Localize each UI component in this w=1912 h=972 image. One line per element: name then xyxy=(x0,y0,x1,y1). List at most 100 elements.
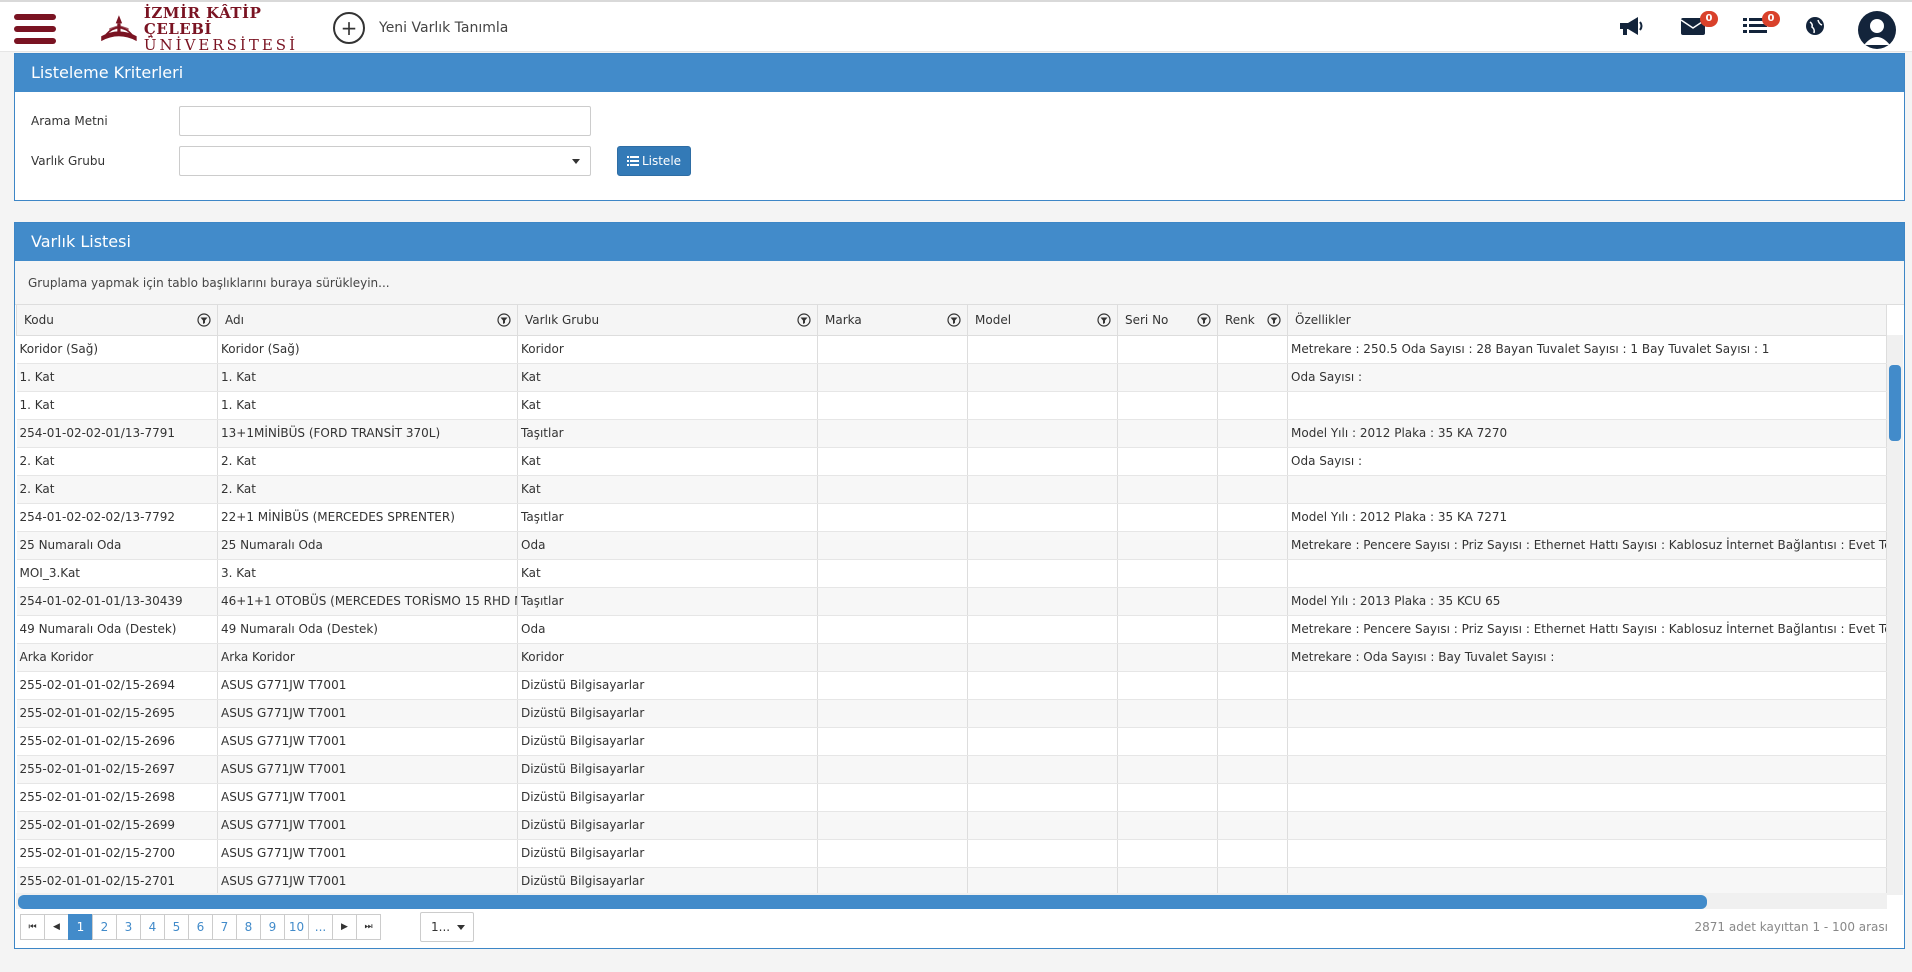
table-cell xyxy=(1287,755,1887,784)
table-row[interactable]: 255-02-01-01-02/15-2697 ASUS G771JW T7001… xyxy=(16,755,1887,784)
column-header[interactable]: Marka xyxy=(817,305,968,336)
vertical-scrollbar[interactable] xyxy=(1887,335,1903,895)
table-cell xyxy=(817,811,968,840)
filter-icon[interactable] xyxy=(197,313,211,327)
page-button[interactable]: 10 xyxy=(284,914,309,940)
table-cell xyxy=(1287,391,1887,420)
asset-group-select[interactable] xyxy=(179,146,591,176)
table-cell xyxy=(817,531,968,560)
page-size-select[interactable]: 1... xyxy=(420,912,474,942)
table-row[interactable]: 255-02-01-01-02/15-2695 ASUS G771JW T7001… xyxy=(16,699,1887,728)
table-cell: Model Yılı : 2012 Plaka : 35 KA 7270 xyxy=(1287,419,1887,448)
column-header[interactable]: Model xyxy=(967,305,1118,336)
user-icon[interactable] xyxy=(1858,11,1896,49)
page-button[interactable]: 9 xyxy=(260,914,285,940)
megaphone-icon[interactable] xyxy=(1618,15,1648,45)
new-asset-button[interactable]: + Yeni Varlık Tanımla xyxy=(333,12,508,44)
table-cell: Dizüstü Bilgisayarlar xyxy=(517,671,818,700)
column-header-label: Seri No xyxy=(1125,312,1169,327)
table-row[interactable]: 255-02-01-01-02/15-2700 ASUS G771JW T7001… xyxy=(16,839,1887,868)
table-cell: Oda Sayısı : xyxy=(1287,447,1887,476)
table-cell xyxy=(817,699,968,728)
table-row[interactable]: Arka Koridor Arka Koridor Koridor Metrekare… xyxy=(16,643,1887,672)
first-page-icon[interactable]: ⏮ xyxy=(20,914,45,940)
page-button[interactable]: 2 xyxy=(92,914,117,940)
column-header[interactable]: Renk xyxy=(1217,305,1288,336)
page-button[interactable]: 1 xyxy=(68,914,93,940)
criteria-panel: Listeleme Kriterleri Arama Metni Varlık … xyxy=(14,53,1905,201)
table-cell xyxy=(1117,447,1218,476)
page-button[interactable]: ... xyxy=(308,914,333,940)
table-cell: 255-02-01-01-02/15-2697 xyxy=(16,755,218,784)
horizontal-scrollbar[interactable] xyxy=(16,893,1887,909)
last-page-icon[interactable]: ⏭ xyxy=(356,914,381,940)
group-label: Varlık Grubu xyxy=(31,154,106,168)
table-cell xyxy=(967,811,1118,840)
table-cell: Koridor xyxy=(517,643,818,672)
page-button[interactable]: 8 xyxy=(236,914,261,940)
table-cell xyxy=(1217,811,1288,840)
university-logo[interactable]: İZMİR KÂTİP ÇELEBİ ÜNİVERSİTESİ xyxy=(98,5,298,54)
table-row[interactable]: 49 Numaralı Oda (Destek) 49 Numaralı Oda … xyxy=(16,615,1887,644)
table-row[interactable]: 255-02-01-01-02/15-2701 ASUS G771JW T7001… xyxy=(16,867,1887,896)
table-cell: 1. Kat xyxy=(217,391,518,420)
table-row[interactable]: 255-02-01-01-02/15-2699 ASUS G771JW T7001… xyxy=(16,811,1887,840)
filter-icon[interactable] xyxy=(1197,313,1211,327)
filter-icon[interactable] xyxy=(947,313,961,327)
filter-icon[interactable] xyxy=(1267,313,1281,327)
globe-icon[interactable] xyxy=(1804,15,1834,45)
horizontal-scroll-thumb[interactable] xyxy=(18,895,1707,909)
table-cell xyxy=(1217,391,1288,420)
tasks-badge: 0 xyxy=(1762,11,1780,27)
menu-icon[interactable] xyxy=(14,14,56,44)
table-row[interactable]: 2. Kat 2. Kat Kat Oda Sayısı : xyxy=(16,447,1887,476)
page-button[interactable]: 6 xyxy=(188,914,213,940)
page-button[interactable]: 7 xyxy=(212,914,237,940)
column-header[interactable]: Özellikler xyxy=(1287,305,1887,336)
vertical-scroll-thumb[interactable] xyxy=(1889,365,1901,441)
table-row[interactable]: Koridor (Sağ) Koridor (Sağ) Koridor Metreka… xyxy=(16,335,1887,364)
column-header[interactable]: Varlık Grubu xyxy=(517,305,818,336)
table-cell xyxy=(967,839,1118,868)
filter-icon[interactable] xyxy=(797,313,811,327)
page-button[interactable]: 3 xyxy=(116,914,141,940)
table-row[interactable]: 255-02-01-01-02/15-2696 ASUS G771JW T7001… xyxy=(16,727,1887,756)
table-cell xyxy=(967,643,1118,672)
table-row[interactable]: 25 Numaralı Oda 25 Numaralı Oda Oda Metreka… xyxy=(16,531,1887,560)
table-cell xyxy=(1217,783,1288,812)
filter-icon[interactable] xyxy=(497,313,511,327)
table-cell xyxy=(1117,839,1218,868)
column-header[interactable]: Adı xyxy=(217,305,518,336)
table-cell xyxy=(967,391,1118,420)
table-row[interactable]: MOI_3.Kat 3. Kat Kat xyxy=(16,559,1887,588)
table-cell xyxy=(967,727,1118,756)
table-cell: 255-02-01-01-02/15-2694 xyxy=(16,671,218,700)
table-row[interactable]: 2. Kat 2. Kat Kat xyxy=(16,475,1887,504)
table-cell xyxy=(1117,867,1218,896)
column-header[interactable]: Kodu xyxy=(16,305,218,336)
table-cell: 49 Numaralı Oda (Destek) xyxy=(217,615,518,644)
page-button[interactable]: 5 xyxy=(164,914,189,940)
table-cell: 2. Kat xyxy=(16,447,218,476)
next-page-icon[interactable]: ▶ xyxy=(332,914,357,940)
table-row[interactable]: 255-02-01-01-02/15-2694 ASUS G771JW T7001… xyxy=(16,671,1887,700)
table-cell xyxy=(1117,475,1218,504)
table-row[interactable]: 254-01-02-02-02/13-7792 22+1 MİNİBÜS (MER… xyxy=(16,503,1887,532)
table-row[interactable]: 254-01-02-02-01/13-7791 13+1MİNİBÜS (FORD… xyxy=(16,419,1887,448)
table-row[interactable]: 1. Kat 1. Kat Kat xyxy=(16,391,1887,420)
table-row[interactable]: 255-02-01-01-02/15-2698 ASUS G771JW T7001… xyxy=(16,783,1887,812)
prev-page-icon[interactable]: ◀ xyxy=(44,914,69,940)
search-input[interactable] xyxy=(179,106,591,136)
column-header[interactable]: Seri No xyxy=(1117,305,1218,336)
table-row[interactable]: 254-01-02-01-01/13-30439 46+1+1 OTOBÜS (M… xyxy=(16,587,1887,616)
table-row[interactable]: 1. Kat 1. Kat Kat Oda Sayısı : xyxy=(16,363,1887,392)
list-button[interactable]: Listele xyxy=(617,146,691,176)
page-button[interactable]: 4 xyxy=(140,914,165,940)
table-cell xyxy=(967,559,1118,588)
table-cell: ASUS G771JW T7001 xyxy=(217,867,518,896)
logo-line-2: ÜNİVERSİTESİ xyxy=(143,35,298,54)
list-icon[interactable]: 0 xyxy=(1742,11,1780,45)
envelope-icon[interactable]: 0 xyxy=(1680,11,1718,45)
group-drop-area[interactable]: Gruplama yapmak için tablo başlıklarını … xyxy=(15,261,1904,305)
filter-icon[interactable] xyxy=(1097,313,1111,327)
